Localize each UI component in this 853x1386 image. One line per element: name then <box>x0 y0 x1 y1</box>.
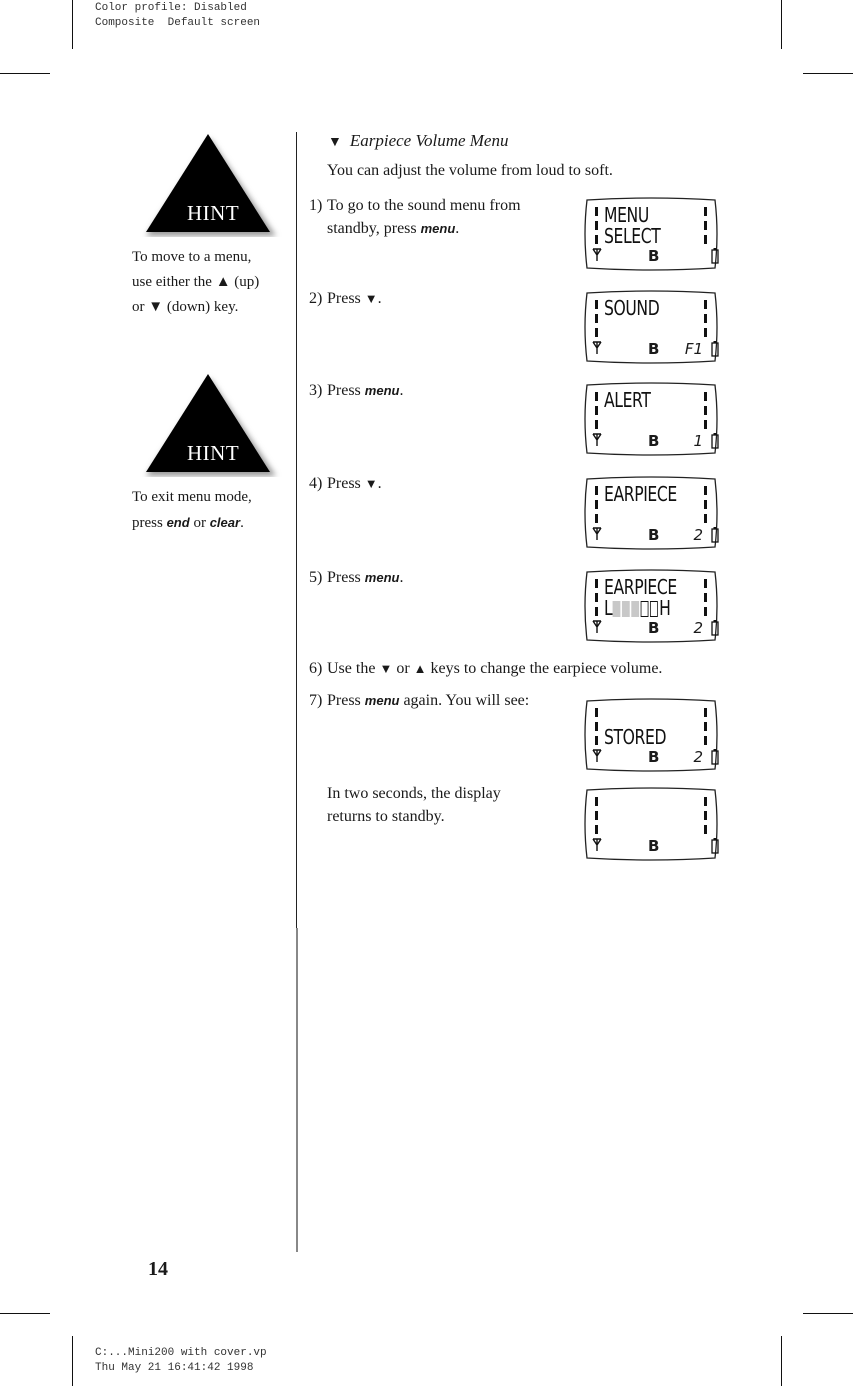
print-footer-line1: C:...Mini200 with cover.vp <box>95 1347 267 1359</box>
volume-bar-segment <box>621 601 630 617</box>
lcd-line-1: MENU <box>604 203 649 227</box>
lcd-line-1: SOUND <box>604 296 660 320</box>
lcd-number: 2 <box>693 748 703 766</box>
hint-box-2: HINT To exit menu mode, press end or cle… <box>132 372 282 536</box>
up-key-icon: ▲ <box>413 661 427 676</box>
lcd-indicator: B <box>648 247 660 265</box>
lcd-display: EARPIECE L H B 2 <box>583 568 719 644</box>
hint-text-line: or ▼ (down) key. <box>132 299 239 315</box>
hint-triangle-icon: HINT <box>132 372 282 477</box>
hint-badge-label: HINT <box>187 441 240 465</box>
hint-text-line: To move to a menu, <box>132 249 252 265</box>
volume-bar-segment <box>640 601 649 617</box>
crop-mark <box>0 73 50 74</box>
lcd-display: ALERT B 1 <box>583 381 719 457</box>
lcd-number: 2 <box>693 526 703 544</box>
lcd-line-1: EARPIECE <box>604 575 677 599</box>
step-3: 3) Press menu. <box>309 382 404 399</box>
lcd-indicator: B <box>648 340 660 358</box>
crop-mark <box>0 1313 50 1314</box>
hint-text-line: To exit menu mode, <box>132 489 252 505</box>
crop-mark <box>781 0 782 49</box>
hint-text-line: use either the ▲ (up) <box>132 274 260 290</box>
down-key-icon: ▼ <box>379 661 393 676</box>
crop-mark <box>72 0 73 49</box>
lcd-display: MENU SELECT B <box>583 196 719 272</box>
volume-bar-segment <box>631 601 639 617</box>
closing-text: In two seconds, the display returns to s… <box>327 785 501 825</box>
section-title: ▼ Earpiece Volume Menu <box>328 131 509 150</box>
print-header-line2: Composite Default screen <box>95 17 261 29</box>
key-menu: menu <box>364 693 400 708</box>
lcd-indicator: B <box>648 619 660 637</box>
page-number: 14 <box>148 1258 168 1280</box>
intro-text: You can adjust the volume from loud to s… <box>327 162 613 179</box>
volume-bar-segment <box>649 601 658 617</box>
down-key-icon: ▼ <box>364 476 378 491</box>
step-5: 5) Press menu. <box>309 569 404 586</box>
crop-mark <box>803 73 853 74</box>
lcd-line-1: ALERT <box>604 388 651 412</box>
hint-badge-label: HINT <box>187 201 240 225</box>
key-end: end <box>166 515 190 530</box>
lcd-number: F1 <box>684 340 703 358</box>
volume-low-label: L <box>604 596 613 620</box>
lcd-indicator: B <box>648 837 660 855</box>
crop-mark <box>781 1336 782 1386</box>
volume-bar-segment <box>612 601 621 617</box>
hint-text: To move to a menu, use either the ▲ (up)… <box>132 245 282 320</box>
lcd-display: EARPIECE B 2 <box>583 475 719 551</box>
step-1: 1) To go to the sound menu from standby, p… <box>309 197 521 237</box>
lcd-display: SOUND B F1 <box>583 289 719 365</box>
key-menu: menu <box>364 570 400 585</box>
lcd-line-1: EARPIECE <box>604 482 677 506</box>
key-menu: menu <box>420 221 456 236</box>
crop-mark <box>803 1313 853 1314</box>
lcd-line-2: STORED <box>604 725 667 749</box>
step-4: 4) Press ▼. <box>309 475 382 492</box>
lcd-indicator: B <box>648 526 660 544</box>
down-triangle-icon: ▼ <box>328 135 342 150</box>
hint-text: To exit menu mode, press end or clear. <box>132 485 282 536</box>
lcd-display: STORED B 2 <box>583 697 719 773</box>
crop-mark <box>72 1336 73 1386</box>
lcd-line-2: LH <box>604 596 671 620</box>
step-7: 7) Press menu again. You will see: <box>309 692 530 709</box>
lcd-line-2: SELECT <box>604 224 661 248</box>
lcd-number: 2 <box>693 619 703 637</box>
step-2: 2) Press ▼. <box>309 290 382 307</box>
volume-high-label: H <box>659 596 671 620</box>
lcd-indicator: B <box>648 748 660 766</box>
key-menu: menu <box>364 383 400 398</box>
print-header-line1: Color profile: Disabled <box>95 2 247 14</box>
lcd-display: B <box>583 786 719 862</box>
hint-text-line: press end or clear. <box>132 515 244 531</box>
lcd-number: 1 <box>693 432 703 450</box>
step-6: 6) Use the ▼ or ▲ keys to change the earp… <box>309 660 663 677</box>
down-key-icon: ▼ <box>364 291 378 306</box>
print-footer-line2: Thu May 21 16:41:42 1998 <box>95 1362 254 1374</box>
key-clear: clear <box>209 515 241 530</box>
hint-triangle-icon: HINT <box>132 132 282 237</box>
hint-box-1: HINT To move to a menu, use either the ▲… <box>132 132 282 320</box>
column-divider-lower <box>296 928 298 1252</box>
lcd-indicator: B <box>648 432 660 450</box>
